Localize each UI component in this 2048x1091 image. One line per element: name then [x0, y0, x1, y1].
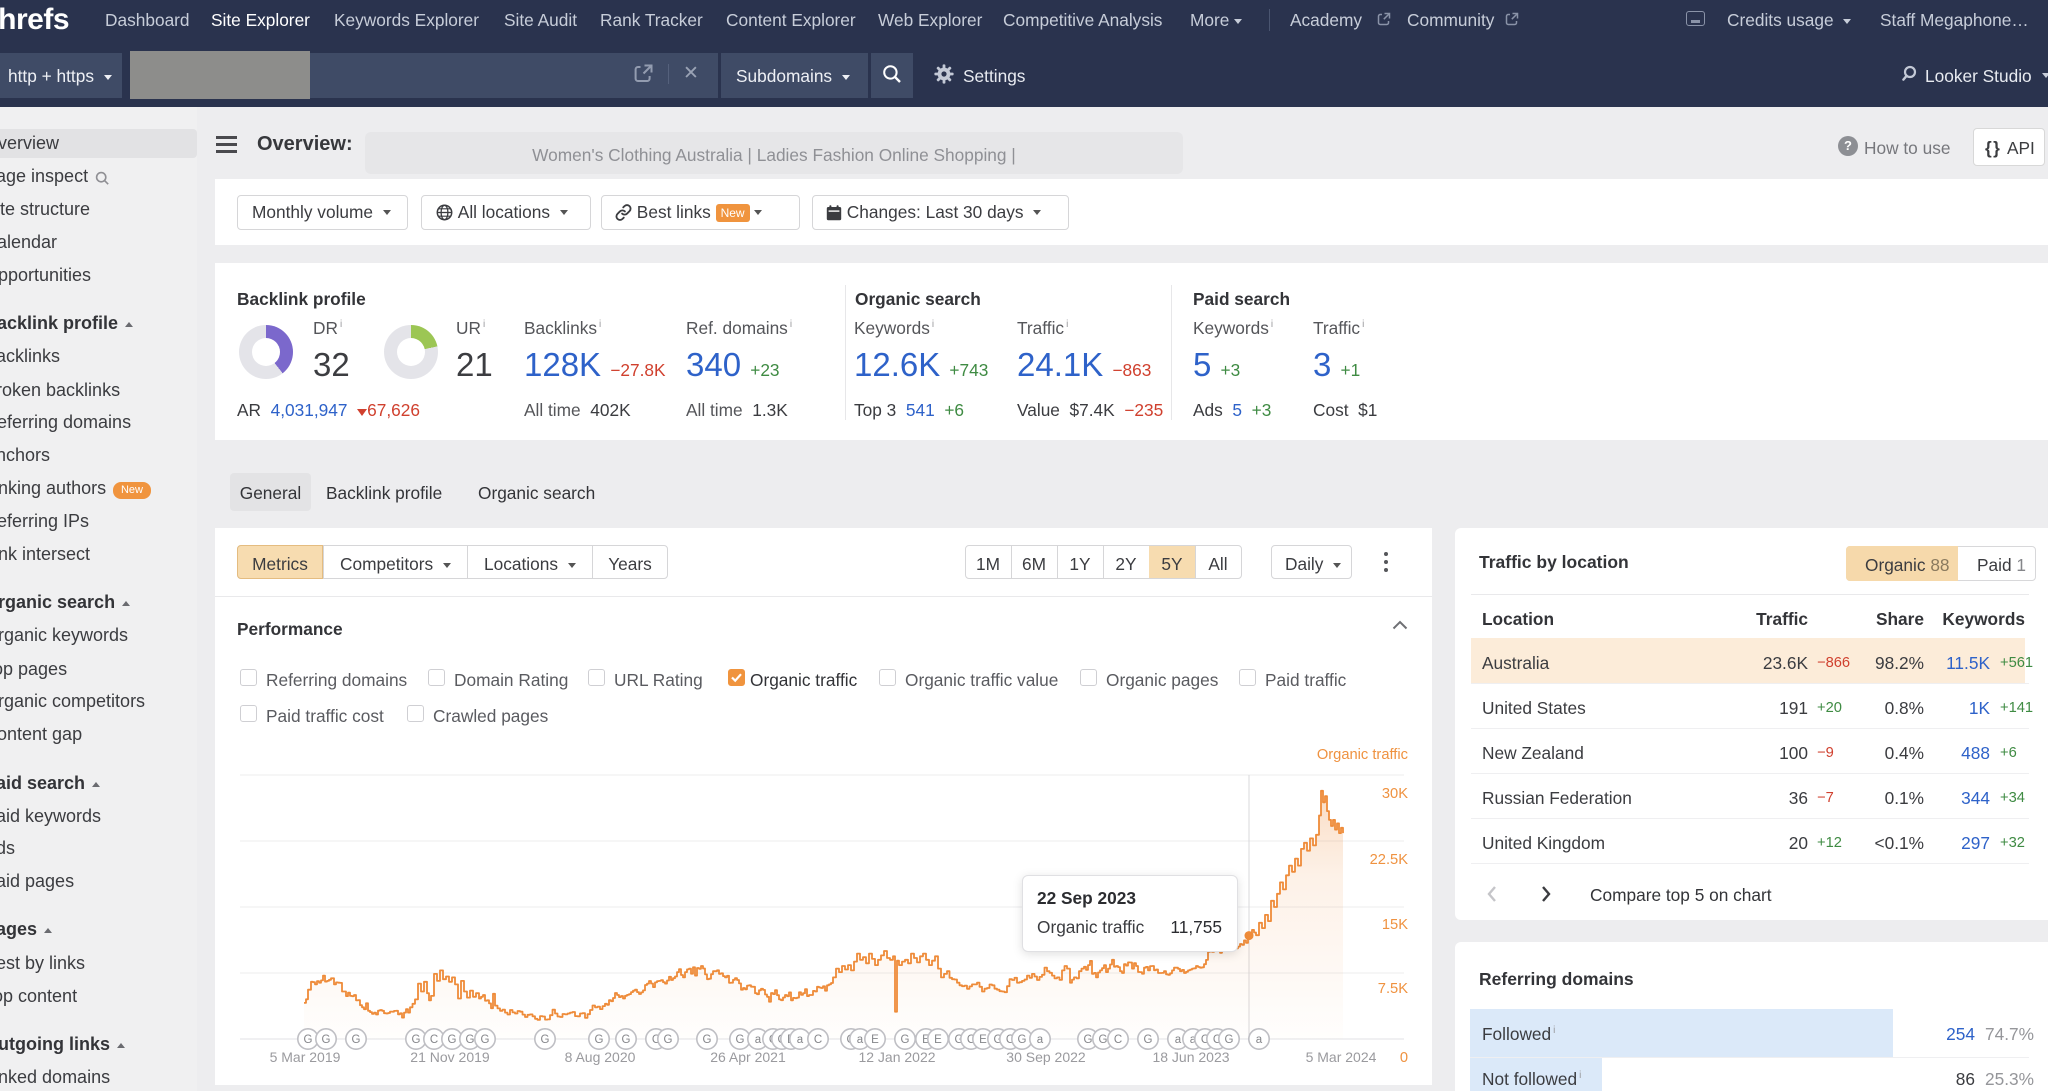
svg-text:G: G	[466, 1034, 475, 1046]
svg-text:C: C	[814, 1034, 822, 1046]
svg-text:G: G	[304, 1034, 313, 1046]
svg-text:E: E	[979, 1034, 987, 1046]
svg-text:C: C	[1114, 1034, 1122, 1046]
svg-text:a: a	[1037, 1034, 1044, 1046]
svg-text:a: a	[857, 1034, 864, 1046]
svg-text:a: a	[1175, 1034, 1182, 1046]
svg-text:G: G	[1225, 1034, 1234, 1046]
svg-text:G: G	[448, 1034, 457, 1046]
svg-text:G: G	[412, 1034, 421, 1046]
svg-text:G: G	[1018, 1034, 1027, 1046]
svg-text:G: G	[352, 1034, 361, 1046]
svg-text:a: a	[755, 1034, 762, 1046]
svg-text:a: a	[1256, 1034, 1263, 1046]
svg-text:G: G	[1144, 1034, 1153, 1046]
svg-text:a: a	[797, 1034, 804, 1046]
svg-text:G: G	[703, 1034, 712, 1046]
svg-text:C: C	[430, 1034, 438, 1046]
svg-text:G: G	[736, 1034, 745, 1046]
svg-text:G: G	[622, 1034, 631, 1046]
svg-text:E: E	[871, 1034, 879, 1046]
svg-text:G: G	[1099, 1034, 1108, 1046]
svg-text:G: G	[664, 1034, 673, 1046]
svg-text:G: G	[901, 1034, 910, 1046]
svg-text:G: G	[1084, 1034, 1093, 1046]
svg-text:E: E	[934, 1034, 942, 1046]
svg-text:G: G	[541, 1034, 550, 1046]
svg-text:G: G	[322, 1034, 331, 1046]
svg-text:G: G	[481, 1034, 490, 1046]
svg-text:G: G	[595, 1034, 604, 1046]
